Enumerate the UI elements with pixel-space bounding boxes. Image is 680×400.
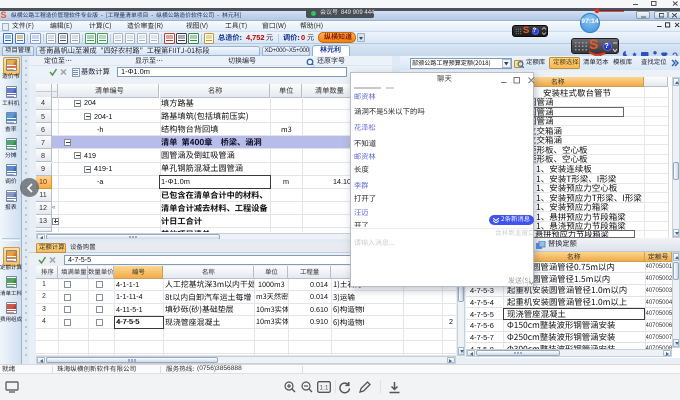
- svg-text:1:1: 1:1: [319, 385, 328, 392]
